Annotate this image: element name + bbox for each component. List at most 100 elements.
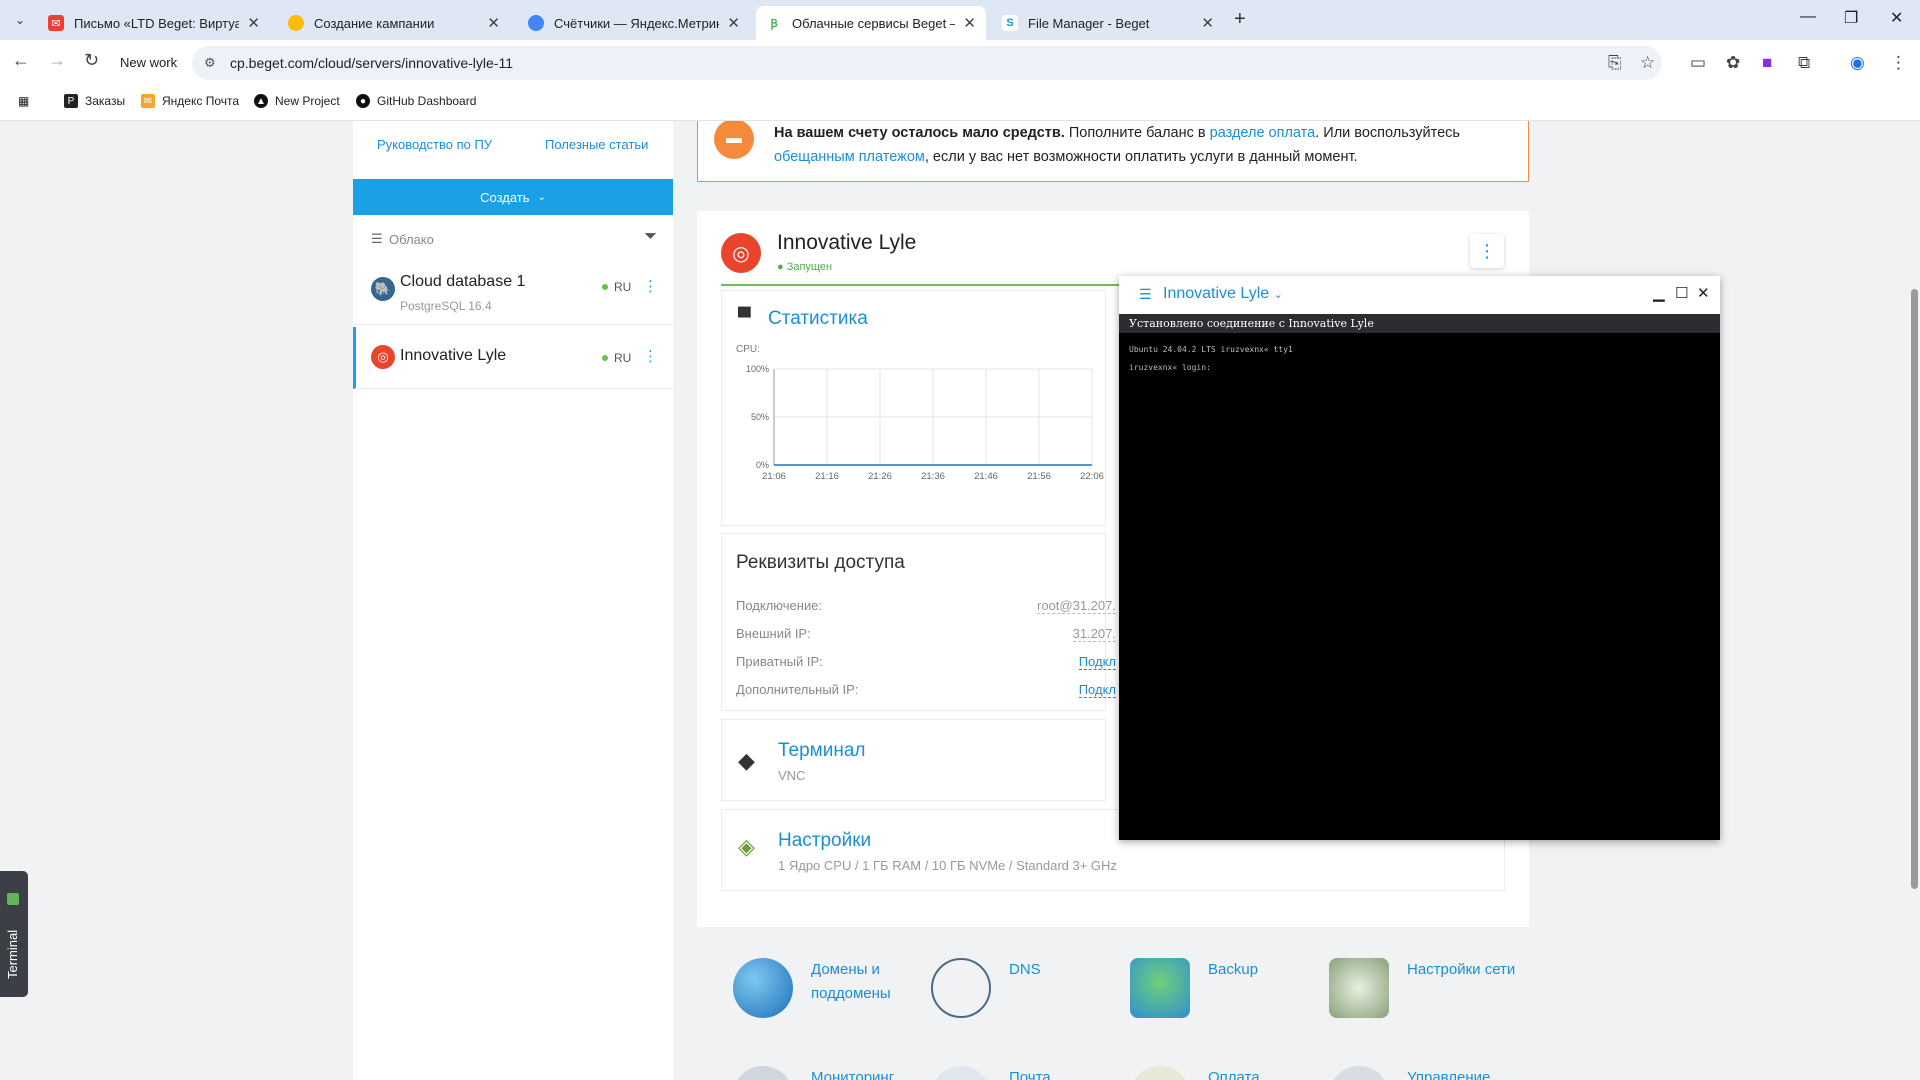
github-icon: ● bbox=[356, 94, 370, 108]
create-button[interactable]: Создать ⌄ bbox=[353, 179, 673, 215]
promised-payment-link[interactable]: обещанным платежом bbox=[774, 149, 925, 165]
mail-service-icon bbox=[931, 1066, 991, 1080]
vnc-title: Innovative Lyle bbox=[1163, 285, 1270, 302]
server-actions-button[interactable]: ⋮ bbox=[1470, 234, 1504, 268]
chevron-down-icon: ⌄ bbox=[537, 191, 546, 203]
status-dot bbox=[602, 355, 608, 361]
scrollbar-thumb[interactable] bbox=[1911, 289, 1918, 889]
browser-tab[interactable]: S File Manager - Beget ✕ bbox=[992, 6, 1224, 40]
ubuntu-icon: ◎ bbox=[721, 233, 761, 273]
address-bar[interactable]: ⚙ cp.beget.com/cloud/servers/innovative-… bbox=[192, 46, 1662, 80]
vnc-server-select[interactable]: Innovative Lyle ⌄ bbox=[1163, 285, 1283, 303]
bookmark-item[interactable]: ▲ New Project bbox=[254, 94, 340, 108]
monitor-icon: ▀ bbox=[738, 307, 751, 327]
access-value[interactable]: 31.207. bbox=[1072, 626, 1116, 642]
profile-avatar-icon[interactable]: ◉ bbox=[1850, 53, 1865, 73]
statistics-panel: ▀ Статистика CPU: 100% 50% 0% 21:06 21:16 21:… bbox=[721, 290, 1106, 526]
browser-tab[interactable]: Счётчики — Яндекс.Метрика ✕ bbox=[518, 6, 750, 40]
monitoring-icon bbox=[733, 1066, 793, 1080]
tab-search-chevron-icon[interactable]: ⌄ bbox=[8, 8, 32, 32]
chart-y-tick-label: 50% bbox=[751, 412, 769, 422]
connect-extra-ip-link[interactable]: Подкл bbox=[1078, 682, 1116, 698]
bookmark-star-icon[interactable]: ☆ bbox=[1640, 53, 1655, 73]
payment-section-link[interactable]: разделе оплата bbox=[1210, 125, 1316, 141]
terminal-title[interactable]: Терминал bbox=[778, 740, 866, 762]
access-label: Приватный IP: bbox=[736, 654, 823, 669]
bookmark-item[interactable]: P Заказы bbox=[64, 94, 125, 108]
access-value[interactable]: root@31.207. bbox=[1037, 598, 1116, 614]
service-label[interactable]: Backup bbox=[1208, 958, 1328, 982]
profile-group-label[interactable]: New work bbox=[120, 55, 177, 70]
url-text[interactable]: cp.beget.com/cloud/servers/innovative-ly… bbox=[230, 55, 513, 71]
statistics-title[interactable]: Статистика bbox=[768, 308, 868, 330]
terminal-diamond-icon: ◆ bbox=[738, 748, 755, 773]
guide-link[interactable]: Руководство по ПУ bbox=[377, 137, 492, 152]
service-label[interactable]: DNS bbox=[1009, 958, 1129, 982]
console-line: iruzvexnx« login: bbox=[1129, 363, 1211, 372]
kebab-menu-icon[interactable]: ⋮ bbox=[643, 347, 658, 365]
close-window-icon[interactable]: ✕ bbox=[1890, 8, 1903, 28]
service-label[interactable]: Домены и поддомены bbox=[811, 958, 931, 1006]
extension-icon[interactable]: ✿ bbox=[1726, 53, 1740, 73]
service-label[interactable]: Настройки сети bbox=[1407, 958, 1527, 982]
service-label[interactable]: Почта bbox=[1009, 1066, 1129, 1080]
forward-arrow-icon[interactable]: → bbox=[48, 50, 66, 71]
chart-x-tick-label: 21:36 bbox=[921, 471, 945, 482]
access-row: Внешний IP: 31.207. bbox=[736, 626, 1116, 646]
vnc-window-header[interactable]: ☰ Innovative Lyle ⌄ ▁ ☐ ✕ bbox=[1119, 276, 1720, 314]
browser-tab[interactable]: ✉ Письмо «LTD Beget: Виртуальн ✕ bbox=[38, 6, 270, 40]
kebab-menu-icon[interactable]: ⋮ bbox=[643, 277, 658, 295]
domains-globe-icon bbox=[733, 958, 793, 1018]
restore-window-icon[interactable]: ❐ bbox=[1844, 8, 1858, 28]
articles-link[interactable]: Полезные статьи bbox=[545, 137, 648, 152]
apps-grid-icon[interactable]: ▦ bbox=[18, 94, 29, 108]
chart-x-tick-label: 21:46 bbox=[974, 471, 998, 482]
postgresql-icon: 🐘 bbox=[371, 277, 395, 301]
reload-icon[interactable]: ↻ bbox=[84, 50, 99, 71]
service-label[interactable]: Оплата bbox=[1208, 1066, 1328, 1080]
install-app-icon[interactable]: ⎘ bbox=[1608, 53, 1622, 73]
maximize-icon[interactable]: ☐ bbox=[1675, 284, 1688, 302]
vnc-status-bar: Установлено соединение с Innovative Lyle bbox=[1119, 314, 1720, 333]
service-label[interactable]: Управление bbox=[1407, 1066, 1527, 1080]
connect-private-ip-link[interactable]: Подкл bbox=[1078, 654, 1116, 670]
close-tab-icon[interactable]: ✕ bbox=[247, 14, 260, 32]
browser-tab[interactable]: Создание кампании ✕ bbox=[278, 6, 510, 40]
minimize-icon[interactable]: ▁ bbox=[1653, 284, 1665, 302]
list-menu-icon[interactable]: ☰ bbox=[371, 231, 383, 247]
access-label: Дополнительный IP: bbox=[736, 682, 859, 697]
extension-icon[interactable]: ■ bbox=[1762, 53, 1772, 73]
close-tab-icon[interactable]: ✕ bbox=[487, 14, 500, 32]
close-tab-icon[interactable]: ✕ bbox=[963, 14, 976, 32]
close-tab-icon[interactable]: ✕ bbox=[727, 14, 740, 32]
browser-tab-active[interactable]: Ꞵ Облачные сервисы Beget — П ✕ bbox=[756, 6, 986, 40]
bookmark-item[interactable]: ● GitHub Dashboard bbox=[356, 94, 476, 108]
filter-funnel-icon[interactable]: ⏷ bbox=[644, 228, 657, 246]
status-dot bbox=[602, 284, 608, 290]
sidebar-item-innovative-lyle[interactable]: ◎ Innovative Lyle RU ⋮ bbox=[353, 327, 673, 389]
camera-icon[interactable]: ▭ bbox=[1690, 53, 1706, 73]
chart-x-tick-label: 21:06 bbox=[762, 471, 786, 482]
extensions-puzzle-icon[interactable]: ⧉ bbox=[1798, 53, 1810, 73]
back-arrow-icon[interactable]: ← bbox=[12, 50, 30, 71]
page-scrollbar[interactable] bbox=[1910, 121, 1920, 1080]
chart-y-label: CPU: bbox=[736, 344, 760, 355]
new-tab-icon[interactable]: + bbox=[1234, 8, 1246, 31]
vnc-console-screen[interactable]: Ubuntu 24.04.2 LTS iruzvexnx« tty1 iruzv… bbox=[1119, 333, 1720, 840]
minimize-window-icon[interactable]: — bbox=[1800, 8, 1816, 26]
settings-title[interactable]: Настройки bbox=[778, 830, 871, 852]
terminal-side-tab[interactable]: Terminal bbox=[0, 871, 28, 997]
site-info-icon[interactable]: ⚙ bbox=[204, 55, 216, 71]
close-tab-icon[interactable]: ✕ bbox=[1201, 14, 1214, 32]
close-icon[interactable]: ✕ bbox=[1697, 284, 1710, 302]
sidebar-item-cloud-database[interactable]: 🐘 Cloud database 1 PostgreSQL 16.4 RU ⋮ bbox=[353, 263, 673, 325]
access-panel: Реквизиты доступа Подключение: root@31.2… bbox=[721, 533, 1116, 711]
terminal-card[interactable]: ◆ Терминал VNC bbox=[721, 719, 1106, 801]
tab-title: Облачные сервисы Beget — П bbox=[792, 15, 955, 31]
ubuntu-icon: ◎ bbox=[371, 345, 395, 369]
browser-menu-icon[interactable]: ⋮ bbox=[1890, 53, 1907, 73]
bookmark-item[interactable]: ✉ Яндекс Почта bbox=[141, 94, 239, 108]
chart-y-tick-label: 100% bbox=[746, 364, 769, 374]
service-label[interactable]: Мониторинг bbox=[811, 1066, 931, 1080]
vercel-icon: ▲ bbox=[254, 94, 268, 108]
